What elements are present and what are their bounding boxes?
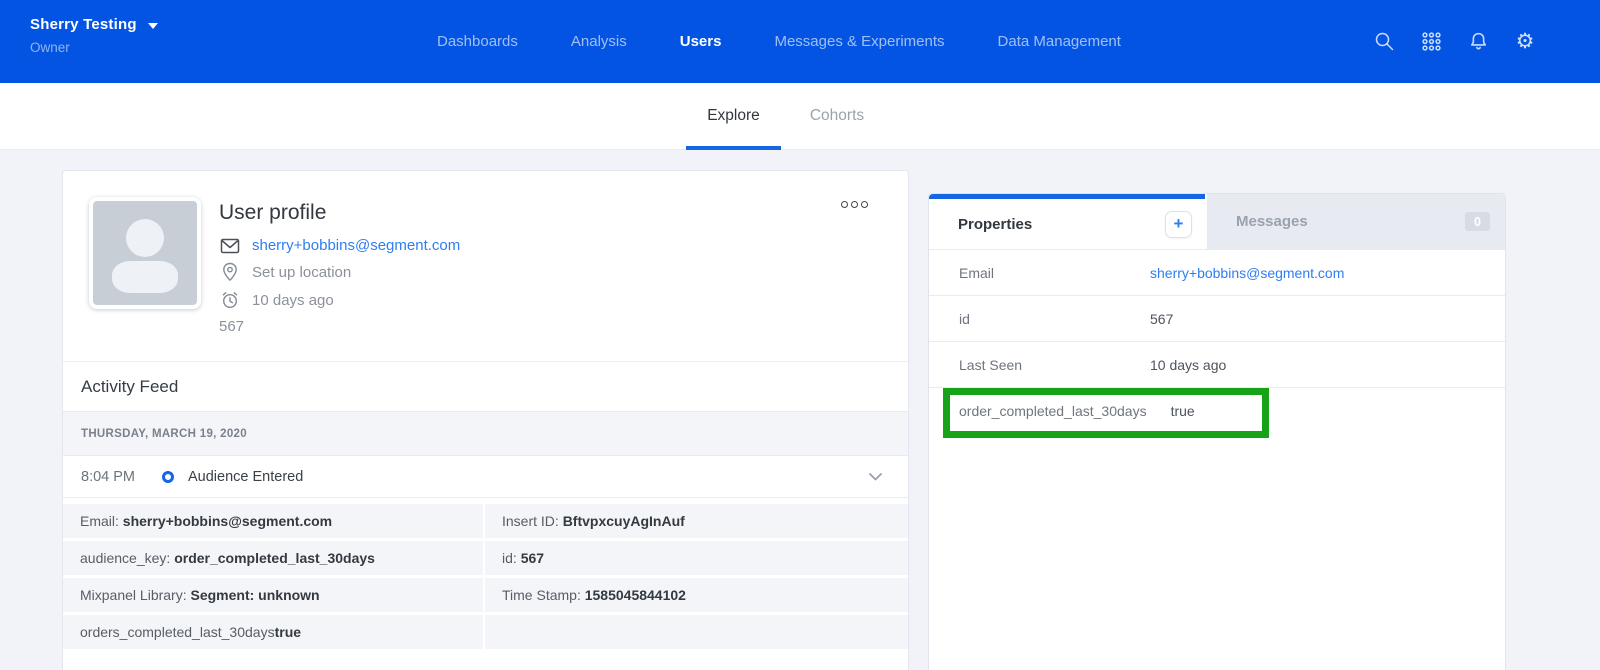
tab-messages[interactable]: Messages 0 [1207,194,1505,249]
nav-item-data-management[interactable]: Data Management [998,33,1121,50]
main-nav: Dashboards Analysis Users Messages & Exp… [437,0,1121,83]
event-time: 8:04 PM [81,469,135,485]
tab-properties[interactable]: Properties + [929,194,1205,249]
profile-overflow-menu-icon[interactable] [841,201,868,208]
profile-section: User profile sherry+bobbins@segment.com … [63,171,908,361]
avatar [89,197,201,309]
settings-gear-icon[interactable]: ⚙ [1514,31,1536,53]
event-property-orders-completed: orders_completed_last_30daystrue [63,615,483,649]
apps-grid-icon[interactable] [1420,31,1442,53]
event-property-time-stamp: Time Stamp: 1585045844102 [485,578,908,612]
event-property-id: id: 567 [485,541,908,575]
top-header: Sherry Testing Owner Dashboards Analysis… [0,0,1600,83]
property-row-id: id 567 [929,295,1505,341]
page-title: User profile [219,201,460,225]
nav-item-users[interactable]: Users [680,33,722,50]
event-name: Audience Entered [188,469,303,485]
user-profile-card: User profile sherry+bobbins@segment.com … [62,170,909,670]
workspace-role: Owner [30,40,158,55]
search-icon[interactable] [1373,31,1395,53]
section-tabbar: Explore Cohorts [0,83,1600,150]
tab-cohorts[interactable]: Cohorts [802,83,872,149]
activity-event-row[interactable]: 8:04 PM Audience Entered [63,456,908,498]
content-area: User profile sherry+bobbins@segment.com … [0,150,1600,670]
activity-date-header: THURSDAY, MARCH 19, 2020 [63,411,908,456]
header-icons: ⚙ [1373,0,1536,83]
property-row-order-completed: order_completed_last_30days true [929,387,1505,433]
chevron-down-icon[interactable] [869,473,882,481]
event-dot-icon [162,471,174,483]
location-pin-icon [219,262,241,282]
property-row-email: Email sherry+bobbins@segment.com [929,249,1505,295]
tab-explore[interactable]: Explore [686,83,781,149]
property-row-last-seen: Last Seen 10 days ago [929,341,1505,387]
page: Sherry Testing Owner Dashboards Analysis… [0,0,1600,670]
nav-item-dashboards[interactable]: Dashboards [437,33,518,50]
table-row: audience_key: order_completed_last_30day… [63,541,908,575]
event-property-insert-id: Insert ID: BftvpxcuyAgInAuf [485,504,908,538]
workspace-switcher[interactable]: Sherry Testing Owner [30,16,158,55]
table-row: Mixpanel Library: Segment: unknown Time … [63,578,908,612]
properties-panel: Properties + Messages 0 Email sherry+bob… [928,193,1506,670]
event-property-mixpanel-library: Mixpanel Library: Segment: unknown [63,578,483,612]
notifications-bell-icon[interactable] [1467,31,1489,53]
side-panel-column: Properties + Messages 0 Email sherry+bob… [928,193,1506,670]
event-property-email: Email: sherry+bobbins@segment.com [63,504,483,538]
event-property-audience-key: audience_key: order_completed_last_30day… [63,541,483,575]
table-row: orders_completed_last_30daystrue [63,615,908,649]
event-properties-table: Email: sherry+bobbins@segment.com Insert… [63,498,908,649]
table-row: Email: sherry+bobbins@segment.com Insert… [63,504,908,538]
clock-icon [219,290,241,310]
event-property-empty [485,615,908,649]
messages-count-badge: 0 [1465,212,1490,231]
add-property-button[interactable]: + [1165,211,1192,238]
chevron-down-icon [148,23,158,29]
nav-item-analysis[interactable]: Analysis [571,33,627,50]
last-seen-text: 10 days ago [252,292,334,309]
workspace-name[interactable]: Sherry Testing [30,16,137,33]
distinct-id: 567 [219,318,460,335]
panel-tabs: Properties + Messages 0 [929,194,1505,249]
property-email-link[interactable]: sherry+bobbins@segment.com [1150,265,1344,281]
nav-item-messages-experiments[interactable]: Messages & Experiments [774,33,944,50]
envelope-icon [219,238,241,254]
set-up-location-link[interactable]: Set up location [252,264,351,281]
activity-feed-title: Activity Feed [63,361,908,411]
profile-email-link[interactable]: sherry+bobbins@segment.com [252,237,460,254]
